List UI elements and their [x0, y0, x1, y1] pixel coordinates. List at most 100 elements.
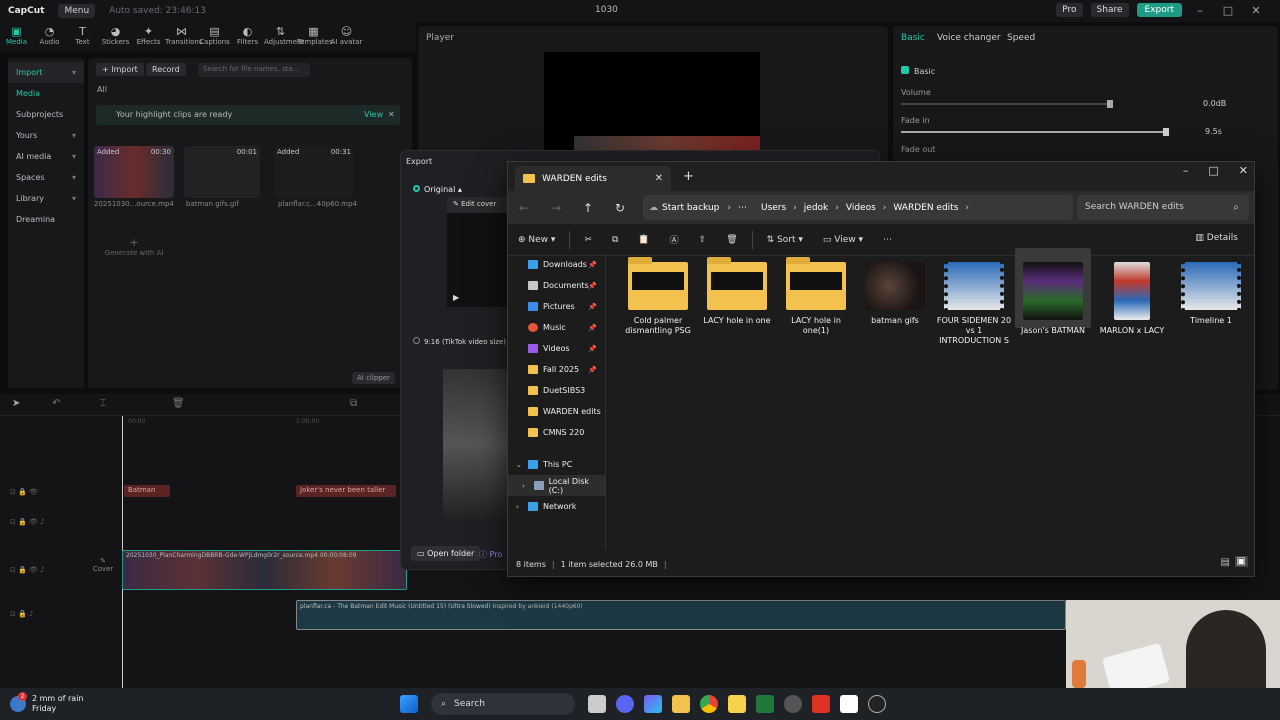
- slider-thumb[interactable]: [1163, 128, 1169, 136]
- track-controls[interactable]: ⊡ 🔒 👁: [10, 488, 38, 496]
- refresh-icon[interactable]: ↻: [604, 201, 636, 215]
- file-item-video[interactable]: Timeline 1: [1173, 258, 1249, 326]
- nav-dreamina[interactable]: Dreamina: [8, 209, 84, 230]
- sidebar-item-duetsibs3[interactable]: DuetSIBS3: [508, 380, 605, 401]
- delete-icon[interactable]: 🗑: [716, 235, 747, 245]
- tab-voice-changer[interactable]: Voice changer: [937, 33, 1001, 43]
- export-button[interactable]: Export: [1136, 3, 1182, 17]
- copilot-icon[interactable]: [644, 695, 662, 713]
- file-item-folder[interactable]: LACY hole in one: [699, 257, 775, 326]
- split-icon[interactable]: ⌶: [100, 398, 106, 409]
- file-item-video-selected[interactable]: Jason's BATMAN: [1015, 248, 1091, 335]
- file-item-folder[interactable]: Cold palmer dismantling PSG: [620, 257, 696, 336]
- forward-icon[interactable]: →: [540, 201, 572, 215]
- minimize-icon[interactable]: –: [1190, 4, 1210, 17]
- app-red-icon[interactable]: [812, 695, 830, 713]
- delete-icon[interactable]: 🗑: [172, 398, 185, 409]
- view-button[interactable]: ▭ View ▾: [813, 235, 873, 245]
- sidebar-item-fall-2025[interactable]: Fall 2025 📌: [508, 359, 605, 380]
- breadcrumb[interactable]: ☁ Start backup › ⋯ Users › jedok › Videos ›…: [643, 195, 1073, 220]
- tab-basic[interactable]: Basic: [901, 33, 925, 43]
- start-backup-button[interactable]: Start backup: [662, 203, 719, 213]
- tool-filters[interactable]: ◐ Filters: [231, 22, 264, 52]
- volume-slider[interactable]: [901, 100, 1113, 108]
- sidebar-item-network[interactable]: › Network: [508, 496, 605, 517]
- sidebar-item-warden-edits[interactable]: WARDEN edits: [508, 401, 605, 422]
- highlight-view-link[interactable]: View: [364, 110, 383, 119]
- share-icon[interactable]: ⇪: [689, 235, 717, 245]
- more-options-icon[interactable]: ⋯: [873, 235, 902, 245]
- excel-icon[interactable]: [756, 695, 774, 713]
- audio-clip[interactable]: planflar.ca - The Batman Edit Music (Unt…: [296, 600, 1066, 630]
- file-item-video[interactable]: MARLON x LACY: [1094, 248, 1170, 336]
- sticky-notes-icon[interactable]: [728, 695, 746, 713]
- large-icons-view-icon[interactable]: ▣: [1234, 556, 1248, 567]
- nav-subprojects[interactable]: Subprojects: [8, 104, 84, 125]
- chrome-icon[interactable]: [700, 695, 718, 713]
- rename-icon[interactable]: Ⓐ: [660, 233, 689, 246]
- video-clip[interactable]: 20251030_PlanCharmingDBBRB-Gde-WPjLdmg0r…: [122, 550, 407, 590]
- fadein-slider[interactable]: [901, 128, 1169, 136]
- app-icon[interactable]: [868, 695, 886, 713]
- sidebar-item-cmns-220[interactable]: CMNS 220: [508, 422, 605, 443]
- new-button[interactable]: ⊕ New ▾: [508, 235, 565, 245]
- select-tool-icon[interactable]: ➤: [12, 398, 20, 409]
- chevron-right-icon[interactable]: ›: [522, 482, 534, 490]
- basic-section[interactable]: Basic: [901, 66, 935, 76]
- file-item-gif[interactable]: batman gifs: [857, 258, 933, 326]
- close-icon[interactable]: ✕: [388, 110, 395, 119]
- menu-button[interactable]: Menu: [58, 4, 96, 18]
- copy-icon[interactable]: ⧉: [602, 235, 628, 245]
- sidebar-item-local-disk[interactable]: › Local Disk (C:): [508, 475, 605, 496]
- track-controls[interactable]: ⊡ 🔒 👁 ♪: [10, 566, 45, 574]
- import-button[interactable]: + Import: [96, 63, 144, 76]
- sort-button[interactable]: ⇅ Sort ▾: [757, 235, 813, 245]
- text-clip-joker[interactable]: Joker's never been taller: [296, 485, 396, 497]
- taskbar-search[interactable]: ⌕ Search: [431, 693, 575, 715]
- clip-thumb-batman-gif[interactable]: 00:01: [184, 146, 260, 198]
- explorer-search-input[interactable]: Search WARDEN edits ⌕: [1077, 195, 1249, 220]
- nav-yours[interactable]: Yours ▾: [8, 125, 84, 146]
- tool-adjustment[interactable]: ⇅ Adjustment: [264, 22, 304, 52]
- capcut-icon[interactable]: [840, 695, 858, 713]
- tool-text[interactable]: T Text: [66, 22, 99, 52]
- tool-transitions[interactable]: ⋈ Transitions: [165, 22, 203, 52]
- maximize-icon[interactable]: □: [1208, 164, 1218, 177]
- up-icon[interactable]: ↑: [572, 201, 604, 215]
- crumb-jedok[interactable]: jedok: [797, 203, 835, 213]
- close-tab-icon[interactable]: ✕: [655, 173, 663, 184]
- track-controls[interactable]: ⊡ 🔒 👁 ♪: [10, 518, 45, 526]
- tool-ai-avatar[interactable]: ☺ AI avatar: [330, 22, 363, 52]
- weather-widget[interactable]: 2 2 mm of rain Friday: [10, 692, 140, 714]
- crumb-warden-edits[interactable]: WARDEN edits: [886, 203, 965, 213]
- cover-button[interactable]: ✎ Cover: [90, 557, 116, 583]
- paste-icon[interactable]: 📋: [628, 235, 659, 245]
- close-icon[interactable]: ✕: [1246, 4, 1266, 17]
- new-tab-icon[interactable]: +: [683, 169, 694, 184]
- maximize-icon[interactable]: □: [1218, 4, 1238, 17]
- slider-thumb[interactable]: [1107, 100, 1113, 108]
- sidebar-item-music[interactable]: Music 📌: [508, 317, 605, 338]
- cut-icon[interactable]: ✂: [574, 235, 602, 245]
- volume-value[interactable]: 0.0dB: [1203, 99, 1226, 108]
- crop-icon[interactable]: ⧉: [350, 398, 357, 409]
- back-icon[interactable]: ←: [508, 201, 540, 215]
- tool-media[interactable]: ▣ Media: [0, 22, 33, 52]
- filter-all[interactable]: All: [97, 85, 107, 94]
- open-folder-button[interactable]: ▭ Open folder: [411, 546, 481, 561]
- generate-ai-button[interactable]: + Generate with AI: [102, 230, 166, 266]
- details-view-icon[interactable]: ▤: [1221, 557, 1230, 568]
- sidebar-item-documents[interactable]: Documents 📌: [508, 275, 605, 296]
- crumb-videos[interactable]: Videos: [839, 203, 883, 213]
- ai-clipper-button[interactable]: AI clipper: [352, 372, 395, 384]
- clip-thumb-source[interactable]: Added 00:30: [94, 146, 174, 198]
- nav-media[interactable]: Media: [8, 83, 84, 104]
- nav-import[interactable]: Import ▾: [8, 62, 84, 83]
- file-item-folder[interactable]: LACY hole in one(1): [778, 257, 854, 336]
- media-search-input[interactable]: Search for file names, sta...: [198, 63, 310, 77]
- tool-stickers[interactable]: ◕ Stickers: [99, 22, 132, 52]
- file-item-video[interactable]: FOUR SIDEMEN 20 vs 1 INTRODUCTION S: [936, 258, 1012, 346]
- pro-button[interactable]: Pro: [1056, 3, 1083, 17]
- tool-templates[interactable]: ▦ Templates: [297, 22, 333, 52]
- nav-spaces[interactable]: Spaces ▾: [8, 167, 84, 188]
